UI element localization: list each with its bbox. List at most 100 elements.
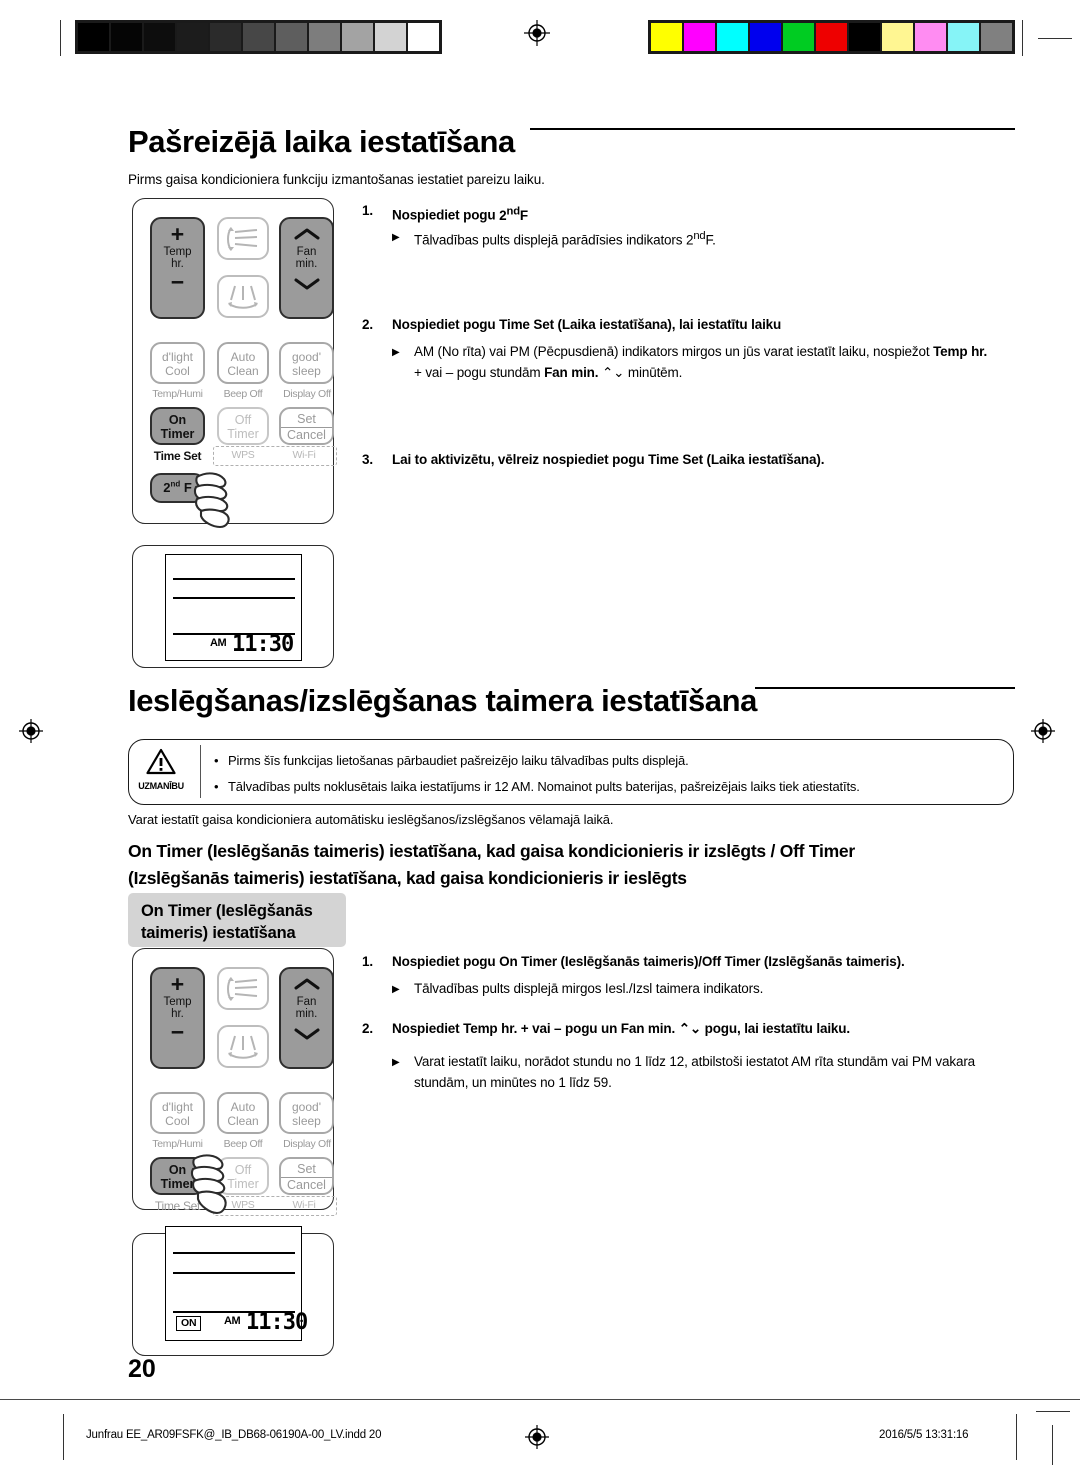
cancel-label: Cancel bbox=[287, 1178, 326, 1192]
section1-title-rule bbox=[530, 128, 1015, 130]
good-sleep-button[interactable]: good' sleep bbox=[279, 1092, 334, 1134]
section1-step-3: 3. Lai to aktivizētu, vēlreiz nospiediet… bbox=[362, 450, 1012, 470]
temp-hr-button[interactable]: + Temp hr. − bbox=[150, 967, 205, 1069]
section1-intro: Pirms gaisa kondicioniera funkciju izman… bbox=[128, 172, 545, 187]
auto-clean-line1: Auto bbox=[230, 1100, 256, 1114]
fan-min-button[interactable]: Fan min. bbox=[279, 217, 334, 319]
auto-clean-button[interactable]: Auto Clean bbox=[217, 1092, 269, 1134]
temp-minus-label: − bbox=[170, 269, 185, 295]
good-sleep-line1: good' bbox=[292, 1100, 321, 1114]
on-timer-button[interactable]: On Timer bbox=[150, 407, 205, 445]
grayscale-colorbar bbox=[75, 20, 442, 60]
caution-item: Tālvadības pults noklusētais laika iesta… bbox=[214, 774, 1004, 800]
crop-mark-left-bottom bbox=[63, 1414, 64, 1460]
crop-rule-bottom-right bbox=[1036, 1411, 1070, 1412]
on-timer-line2: Timer bbox=[160, 427, 195, 441]
lcd-screen: ON AM 11:30 bbox=[165, 1226, 308, 1341]
color-swatch bbox=[915, 23, 948, 51]
fan-label-line1: Fan bbox=[296, 996, 317, 1008]
chevron-down-icon bbox=[294, 1028, 319, 1040]
beep-off-label: Beep Off bbox=[223, 388, 263, 400]
good-sleep-button[interactable]: good' sleep bbox=[279, 342, 334, 384]
lcd-time-value: 11:30 bbox=[232, 632, 294, 657]
registration-target-left bbox=[18, 718, 44, 744]
pointing-hand-icon bbox=[189, 467, 259, 534]
off-timer-line2: Timer bbox=[227, 427, 259, 441]
set-cancel-button[interactable]: Set Cancel bbox=[279, 407, 334, 445]
crop-rule-top-right bbox=[1038, 38, 1072, 39]
color-swatch bbox=[177, 23, 210, 51]
color-swatch bbox=[948, 23, 981, 51]
dlight-cool-line2: Cool bbox=[165, 1114, 190, 1128]
color-swatch bbox=[408, 23, 439, 51]
section2-step-1-bullet-1: ▶ Tālvadības pults displejā mirgos Iesl.… bbox=[392, 978, 1012, 999]
step-number: 2. bbox=[362, 1021, 373, 1036]
chevron-up-icon bbox=[294, 228, 319, 240]
time-set-label: Time Set bbox=[153, 449, 202, 463]
step-number: 3. bbox=[362, 452, 373, 467]
bullet-text: Tālvadības pults displejā mirgos Iesl./I… bbox=[414, 981, 764, 996]
section2-title: Ieslēgšanas/izslēgšanas taimera iestatīš… bbox=[128, 683, 758, 718]
fan-min-button[interactable]: Fan min. bbox=[279, 967, 334, 1069]
remote-control-figure-bottom: + Temp hr. − Fan min. d'light Cool Auto … bbox=[132, 948, 337, 1216]
registration-target-bottom bbox=[524, 1424, 550, 1450]
section2-step-1: 1. Nospiediet pogu On Timer (Ieslēgšanās… bbox=[362, 952, 1017, 972]
temp-humi-label: Temp/Humi bbox=[152, 388, 203, 400]
lcd-on-indicator: ON bbox=[176, 1316, 202, 1331]
auto-clean-button[interactable]: Auto Clean bbox=[217, 342, 269, 384]
step-text: Nospiediet pogu Time Set (Laika iestatīš… bbox=[392, 317, 782, 332]
color-swatch bbox=[78, 23, 111, 51]
color-swatch bbox=[375, 23, 408, 51]
auto-clean-line2: Clean bbox=[227, 1114, 259, 1128]
swing-horizontal-button[interactable] bbox=[217, 1025, 269, 1068]
on-timer-line1: On bbox=[168, 413, 187, 427]
swing-vertical-button[interactable] bbox=[217, 217, 269, 260]
lcd-screen: AM 11:30 bbox=[165, 554, 302, 661]
crop-mark-left-top bbox=[60, 20, 61, 56]
fan-label-line1: Fan bbox=[296, 246, 317, 258]
page-number: 20 bbox=[128, 1355, 156, 1383]
registration-target-top bbox=[524, 20, 550, 46]
section2-title-rule bbox=[755, 687, 1015, 689]
bullet-text: Tālvadības pults displejā parādīsies ind… bbox=[414, 230, 716, 248]
step-number: 2. bbox=[362, 317, 373, 332]
swing-horizontal-button[interactable] bbox=[217, 275, 269, 318]
footer-rule bbox=[0, 1399, 1080, 1400]
fan-label-line2: min. bbox=[295, 1008, 318, 1020]
set-cancel-button[interactable]: Set Cancel bbox=[279, 1157, 334, 1195]
footer-filename: Junfrau EE_AR09FSFK@_IB_DB68-06190A-00_L… bbox=[86, 1429, 382, 1441]
color-swatch bbox=[111, 23, 144, 51]
step-number: 1. bbox=[362, 203, 373, 218]
swing-vertical-button[interactable] bbox=[217, 967, 269, 1010]
color-swatch bbox=[783, 23, 816, 51]
good-sleep-line2: sleep bbox=[292, 1114, 321, 1128]
off-timer-button[interactable]: Off Timer bbox=[217, 407, 269, 445]
bullet-text: Varat iestatīt laiku, norādot stundu no … bbox=[414, 1054, 976, 1090]
swing-horizontal-icon bbox=[228, 285, 258, 309]
dlight-cool-line2: Cool bbox=[165, 364, 190, 378]
color-swatch bbox=[684, 23, 717, 51]
lcd-divider-2 bbox=[173, 597, 295, 599]
lcd-ampm-indicator: AM bbox=[210, 637, 227, 649]
chevron-down-icon bbox=[294, 278, 319, 290]
warning-triangle-icon bbox=[128, 748, 194, 780]
color-swatch bbox=[210, 23, 243, 51]
step-text: Lai to aktivizētu, vēlreiz nospiediet po… bbox=[392, 452, 825, 467]
temp-hr-button[interactable]: + Temp hr. − bbox=[150, 217, 205, 319]
set-label: Set bbox=[281, 412, 332, 428]
wifi-label: Wi-Fi bbox=[292, 1199, 316, 1211]
dlight-cool-button[interactable]: d'light Cool bbox=[150, 342, 205, 384]
section2-step-2-bullet-1: ▶ Varat iestatīt laiku, norādot stundu n… bbox=[392, 1051, 980, 1093]
temp-label-line1: Temp bbox=[163, 996, 192, 1008]
lcd-divider-1 bbox=[173, 578, 295, 580]
triangle-bullet-icon: ▶ bbox=[392, 984, 400, 995]
section2-subheading: On Timer (Ieslēgšanās taimeris) iestatīš… bbox=[128, 838, 1018, 892]
temp-minus-label: − bbox=[170, 1019, 185, 1045]
dlight-cool-button[interactable]: d'light Cool bbox=[150, 1092, 205, 1134]
off-timer-line1: Off bbox=[234, 413, 252, 427]
caution-item: Pirms šīs funkcijas lietošanas pārbaudie… bbox=[214, 748, 1004, 774]
color-colorbar bbox=[648, 20, 1015, 60]
lcd-divider-1 bbox=[173, 1252, 295, 1254]
bullet-text: AM (No rīta) vai PM (Pēcpusdienā) indika… bbox=[414, 344, 988, 380]
step-text: Nospiediet pogu 2ndF bbox=[392, 205, 529, 223]
